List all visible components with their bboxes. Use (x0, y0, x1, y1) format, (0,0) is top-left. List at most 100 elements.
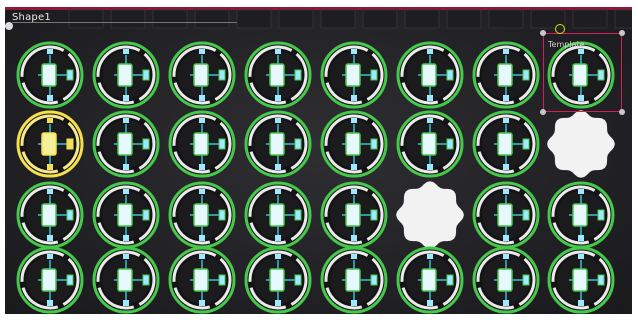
bottom-tab (123, 164, 129, 170)
center-pad (421, 63, 437, 87)
side-contact (218, 138, 226, 150)
part-cell-ok[interactable] (92, 246, 160, 314)
part-cell-ok[interactable] (547, 246, 615, 314)
side-contact (597, 274, 605, 286)
center-pad (269, 203, 285, 227)
part-cell-ok[interactable] (320, 181, 388, 249)
top-tab (123, 118, 129, 123)
part-cell-ok[interactable] (472, 246, 540, 314)
roi-handle-bottom-right[interactable] (619, 109, 625, 115)
bottom-tab (123, 235, 129, 241)
side-contact (218, 209, 226, 221)
side-contact (597, 209, 605, 221)
bottom-tab (275, 300, 281, 306)
top-tab (199, 254, 205, 259)
bottom-tab (199, 235, 205, 241)
center-pad (269, 268, 285, 292)
part-cell-ok[interactable] (92, 41, 160, 109)
bottom-tab (503, 300, 509, 306)
part-cell-ok[interactable] (168, 181, 236, 249)
part-cell-ok[interactable] (92, 181, 160, 249)
center-pad (269, 63, 285, 87)
part-cell-ok[interactable] (396, 246, 464, 314)
rotate-handle[interactable] (555, 24, 565, 34)
part-cell-blank[interactable] (396, 181, 464, 249)
part-cell-ok[interactable] (472, 41, 540, 109)
part-cell-ok[interactable] (396, 110, 464, 178)
side-contact (66, 69, 74, 81)
side-contact (370, 274, 378, 286)
center-pad (117, 132, 133, 156)
part-cell-ok[interactable] (320, 41, 388, 109)
tray-pocket (236, 9, 272, 29)
roi-handle-top-right[interactable] (619, 30, 625, 36)
part-cell-ok[interactable] (472, 181, 540, 249)
top-tab (503, 118, 509, 123)
shape-label-underline (12, 22, 237, 23)
part-cell-ok[interactable] (16, 41, 84, 109)
roi-handle-bottom-left[interactable] (540, 109, 546, 115)
tray-pocket (446, 9, 482, 29)
part-cell-ok[interactable] (320, 246, 388, 314)
part-cell-ok[interactable] (168, 110, 236, 178)
part-cell-ok[interactable] (244, 41, 312, 109)
side-contact (218, 69, 226, 81)
bottom-tab (503, 164, 509, 170)
tray-pocket (152, 9, 188, 29)
top-tab (199, 49, 205, 54)
anchor-handle[interactable] (5, 22, 13, 30)
part-cell-blank[interactable] (547, 110, 615, 178)
bottom-tab (578, 235, 584, 241)
bottom-tab (199, 300, 205, 306)
top-tab (427, 254, 433, 259)
top-tab (47, 49, 53, 54)
tray-pocket (68, 9, 104, 29)
top-tab (351, 49, 357, 54)
part-cell-ok[interactable] (92, 110, 160, 178)
part-cell-ok[interactable] (472, 110, 540, 178)
part-cell-ok[interactable] (168, 41, 236, 109)
side-contact (294, 274, 302, 286)
bottom-tab (578, 300, 584, 306)
center-pad (497, 268, 513, 292)
center-pad (193, 268, 209, 292)
part-cell-ok[interactable] (168, 246, 236, 314)
bottom-tab (47, 164, 53, 170)
center-pad (345, 203, 361, 227)
roi-handle-top-left[interactable] (540, 30, 546, 36)
part-cell-ok[interactable] (244, 110, 312, 178)
part-cell-ok[interactable] (396, 41, 464, 109)
part-cell-ok[interactable] (244, 246, 312, 314)
bottom-tab (427, 300, 433, 306)
template-label: Template (548, 40, 585, 49)
top-tab (351, 118, 357, 123)
parts-grid (16, 9, 632, 314)
center-pad (41, 63, 57, 87)
part-cell-ok[interactable] (16, 246, 84, 314)
part-cell-ok[interactable] (16, 181, 84, 249)
top-tab (199, 118, 205, 123)
part-cell-ok[interactable] (244, 181, 312, 249)
part-cell-ok[interactable] (320, 110, 388, 178)
center-pad (117, 63, 133, 87)
center-pad (117, 268, 133, 292)
bottom-tab (427, 95, 433, 101)
side-contact (522, 209, 530, 221)
center-pad (193, 203, 209, 227)
center-pad (572, 268, 588, 292)
part-cell-ok[interactable] (547, 181, 615, 249)
top-tab (47, 118, 53, 123)
top-tab (47, 254, 53, 259)
bottom-tab (123, 300, 129, 306)
part-cell-selected[interactable] (16, 110, 84, 178)
side-contact (370, 138, 378, 150)
bottom-tab (275, 235, 281, 241)
bottom-tab (47, 235, 53, 241)
top-tab (351, 189, 357, 194)
blank-part (396, 181, 464, 249)
tray-pocket (320, 9, 356, 29)
image-viewer[interactable]: Shape1 Template (5, 7, 632, 314)
center-pad (497, 63, 513, 87)
side-contact (66, 274, 74, 286)
top-tab (578, 254, 584, 259)
